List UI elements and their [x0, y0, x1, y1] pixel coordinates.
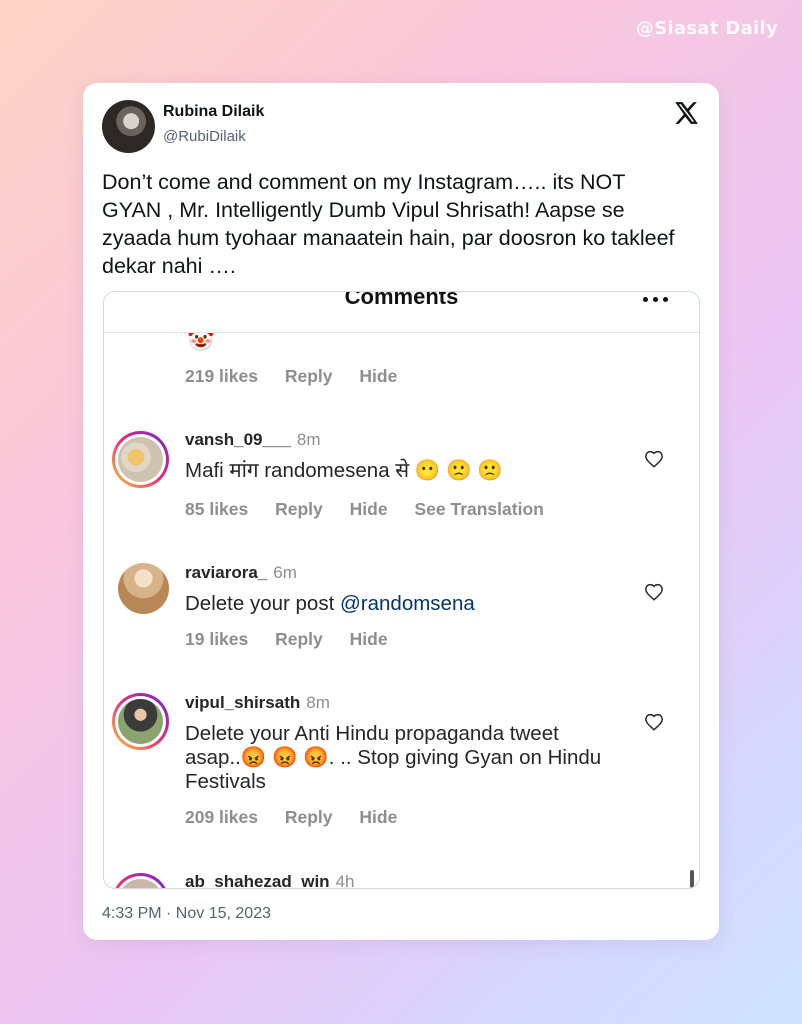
hide-button[interactable]: Hide	[359, 807, 397, 827]
comment-username[interactable]: vipul_shirsath 8m	[185, 693, 330, 713]
hide-button[interactable]: Hide	[350, 629, 388, 649]
hide-button[interactable]: Hide	[350, 499, 388, 519]
see-translation-button[interactable]: See Translation	[414, 499, 543, 519]
tweet-card: Rubina Dilaik @RubiDilaik Don’t come and…	[83, 83, 719, 940]
comment-meta: 85 likes Reply Hide See Translation	[185, 499, 566, 520]
more-options-icon[interactable]	[643, 297, 669, 303]
likes-count[interactable]: 209 likes	[185, 807, 258, 827]
reply-button[interactable]: Reply	[275, 629, 323, 649]
commenter-avatar[interactable]	[112, 431, 169, 488]
tweet-text: Don’t come and comment on my Instagram….…	[102, 170, 675, 278]
comment-text: Mafi मांग randomesena से 😶 🙁 🙁	[185, 459, 503, 482]
comment-meta: 209 likes Reply Hide	[185, 807, 419, 828]
x-logo-icon[interactable]	[673, 100, 699, 126]
author-avatar[interactable]	[102, 100, 155, 153]
likes-count[interactable]: 219 likes	[185, 366, 258, 386]
commenter-avatar[interactable]	[118, 563, 169, 614]
author-handle[interactable]: @RubiDilaik	[163, 128, 246, 145]
author-name[interactable]: Rubina Dilaik	[163, 103, 264, 121]
tweet-timestamp[interactable]: 4:33 PM · Nov 15, 2023	[102, 905, 271, 923]
reply-button[interactable]: Reply	[285, 807, 333, 827]
heart-icon[interactable]	[644, 583, 664, 601]
siasat-watermark: @Siasat Daily	[635, 18, 778, 39]
comment-text: Delete your Anti Hindu propaganda tweet …	[185, 722, 602, 793]
scrollbar[interactable]	[690, 870, 694, 888]
reply-button[interactable]: Reply	[275, 499, 323, 519]
commenter-avatar[interactable]	[112, 873, 169, 888]
hide-button[interactable]: Hide	[359, 366, 397, 386]
commenter-avatar[interactable]	[112, 693, 169, 750]
likes-count[interactable]: 19 likes	[185, 629, 248, 649]
comment-meta: 19 likes Reply Hide	[185, 629, 410, 650]
comment-username[interactable]: ab_shahezad_win 4h	[185, 872, 354, 888]
comment-meta: 219 likes Reply Hide	[185, 366, 419, 387]
likes-count[interactable]: 85 likes	[185, 499, 248, 519]
mention-link[interactable]: @randomsena	[340, 592, 475, 615]
comment-text: Delete your post @randomsena	[185, 592, 475, 615]
comment-username[interactable]: raviarora_ 6m	[185, 563, 297, 583]
comments-header: Comments	[104, 292, 699, 333]
comments-screenshot: Comments 🤡 219 likes Reply Hide vansh_09…	[103, 291, 700, 889]
comment-username[interactable]: vansh_09___ 8m	[185, 430, 321, 450]
reply-button[interactable]: Reply	[285, 366, 333, 386]
heart-icon[interactable]	[644, 713, 664, 731]
heart-icon[interactable]	[644, 450, 664, 468]
comments-title: Comments	[344, 291, 459, 309]
